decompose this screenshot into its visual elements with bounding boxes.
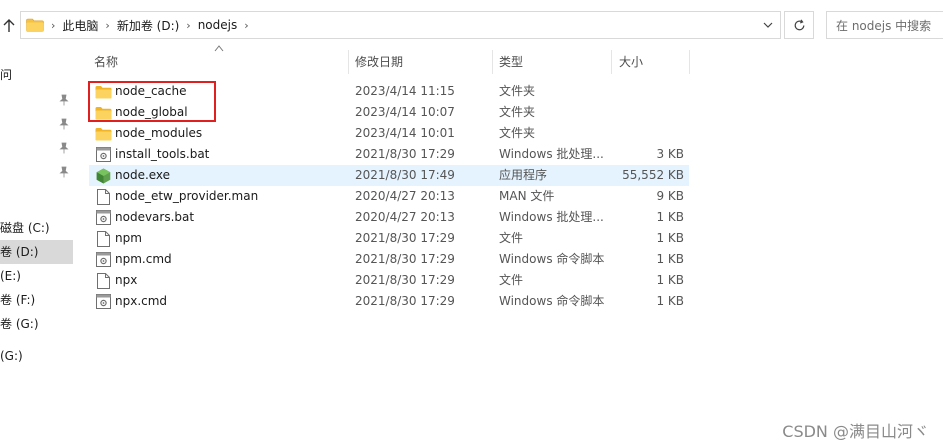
file-date-modified: 2021/8/30 17:29	[355, 273, 455, 287]
file-date-modified: 2021/8/30 17:29	[355, 294, 455, 308]
column-divider[interactable]	[348, 50, 349, 74]
file-row-node-modules[interactable]: node_modules 2023/4/14 10:01 文件夹	[89, 123, 689, 144]
file-type: 应用程序	[499, 168, 548, 182]
column-divider[interactable]	[689, 50, 690, 74]
file-name: nodevars.bat	[115, 210, 195, 224]
file-row-nodevars-bat[interactable]: nodevars.bat 2020/4/27 20:13 Windows 批处理…	[89, 207, 689, 228]
address-bar[interactable]: › 此电脑 › 新加卷 (D:) › nodejs ›	[20, 11, 781, 39]
file-name: npx	[115, 273, 138, 287]
file-row-node-etw-provider-man[interactable]: node_etw_provider.man 2020/4/27 20:13 MA…	[89, 186, 689, 207]
file-row-npm-cmd[interactable]: npm.cmd 2021/8/30 17:29 Windows 命令脚本 1 K…	[89, 249, 689, 270]
file-row-npx-cmd[interactable]: npx.cmd 2021/8/30 17:29 Windows 命令脚本 1 K…	[89, 291, 689, 312]
file-name: node_modules	[115, 126, 203, 140]
file-date-modified: 2021/8/30 17:49	[355, 168, 455, 182]
nav-item-drive-c[interactable]: 磁盘 (C:)	[0, 216, 73, 240]
file-row-npm[interactable]: npm 2021/8/30 17:29 文件 1 KB	[89, 228, 689, 249]
file-row-install-tools-bat[interactable]: install_tools.bat 2021/8/30 17:29 Window…	[89, 144, 689, 165]
pin-icon[interactable]	[58, 142, 70, 154]
file-icon	[95, 272, 112, 289]
breadcrumb-drive-d[interactable]: 新加卷 (D:)	[117, 17, 179, 34]
column-type[interactable]: 类型	[499, 50, 523, 74]
file-icon	[95, 230, 112, 247]
nav-item-drive-g[interactable]: 卷 (G:)	[0, 312, 73, 336]
file-type: MAN 文件	[499, 189, 555, 203]
file-type: 文件	[499, 273, 524, 287]
nav-item-drive-d[interactable]: 卷 (D:)	[0, 240, 73, 264]
file-name: node.exe	[115, 168, 171, 182]
batch-file-icon	[95, 146, 112, 163]
file-date-modified: 2021/8/30 17:29	[355, 231, 455, 245]
batch-file-icon	[95, 251, 112, 268]
nav-item-network-g[interactable]: (G:)	[0, 344, 73, 368]
file-type: 文件夹	[499, 105, 536, 119]
nav-item-drive-f[interactable]: 卷 (F:)	[0, 288, 73, 312]
folder-icon	[95, 125, 112, 142]
up-button[interactable]	[0, 12, 18, 40]
file-row-npx[interactable]: npx 2021/8/30 17:29 文件 1 KB	[89, 270, 689, 291]
chevron-down-icon	[763, 22, 773, 28]
file-icon	[95, 188, 112, 205]
file-date-modified: 2023/4/14 11:15	[355, 84, 455, 98]
file-type: Windows 批处理...	[499, 147, 604, 161]
file-date-modified: 2021/8/30 17:29	[355, 147, 455, 161]
breadcrumb-nodejs[interactable]: nodejs	[198, 18, 238, 32]
breadcrumb-separator[interactable]: ›	[186, 19, 190, 32]
file-size: 1 KB	[656, 252, 684, 266]
file-size: 55,552 KB	[622, 168, 684, 182]
file-name: npm.cmd	[115, 252, 172, 266]
file-type: 文件夹	[499, 84, 536, 98]
nodejs-app-icon	[95, 167, 112, 184]
refresh-button[interactable]	[784, 11, 814, 39]
file-size: 1 KB	[656, 294, 684, 308]
breadcrumb-separator: ›	[51, 18, 56, 32]
column-name[interactable]: 名称	[94, 50, 118, 74]
breadcrumb-separator[interactable]: ›	[244, 19, 248, 32]
file-size: 3 KB	[656, 147, 684, 161]
address-toolbar: › 此电脑 › 新加卷 (D:) › nodejs › 在 nodejs 中搜索	[0, 0, 943, 50]
file-size: 9 KB	[656, 189, 684, 203]
file-name: install_tools.bat	[115, 147, 210, 161]
search-input[interactable]: 在 nodejs 中搜索	[826, 11, 943, 39]
breadcrumb-this-pc[interactable]: 此电脑	[62, 17, 98, 34]
file-type: Windows 命令脚本	[499, 294, 605, 308]
file-size: 1 KB	[656, 231, 684, 245]
file-size: 1 KB	[656, 210, 684, 224]
file-date-modified: 2023/4/14 10:01	[355, 126, 455, 140]
file-date-modified: 2021/8/30 17:29	[355, 252, 455, 266]
file-name: npm	[115, 231, 142, 245]
nav-item-drive-e[interactable]: (E:)	[0, 264, 73, 288]
watermark: CSDN @满目山河ヾ	[782, 422, 929, 441]
file-name: npx.cmd	[115, 294, 168, 308]
address-history-dropdown[interactable]	[756, 12, 780, 38]
column-divider[interactable]	[492, 50, 493, 74]
pin-icon[interactable]	[58, 94, 70, 106]
pin-icon[interactable]	[58, 118, 70, 130]
folder-icon	[26, 17, 44, 33]
column-size[interactable]: 大小	[619, 50, 643, 74]
sort-ascending-icon	[214, 45, 224, 52]
column-date-modified[interactable]: 修改日期	[355, 50, 403, 74]
pin-icon[interactable]	[58, 166, 70, 178]
navigation-pane: 问 磁盘 (C:) 卷 (D:) (E:) 卷 (F:) 卷 (G:) (G:)	[0, 50, 78, 448]
annotation-highlight-box	[88, 81, 216, 122]
breadcrumb-separator[interactable]: ›	[105, 19, 109, 32]
file-type: Windows 命令脚本	[499, 252, 605, 266]
file-date-modified: 2020/4/27 20:13	[355, 189, 455, 203]
file-type: 文件夹	[499, 126, 536, 140]
nav-item-quick-access[interactable]: 问	[0, 63, 73, 87]
file-date-modified: 2023/4/14 10:07	[355, 105, 455, 119]
file-size: 1 KB	[656, 273, 684, 287]
file-type: Windows 批处理...	[499, 210, 604, 224]
arrow-up-icon	[3, 19, 15, 32]
file-type: 文件	[499, 231, 524, 245]
batch-file-icon	[95, 209, 112, 226]
file-row-node-exe[interactable]: node.exe 2021/8/30 17:49 应用程序 55,552 KB	[89, 165, 689, 186]
file-date-modified: 2020/4/27 20:13	[355, 210, 455, 224]
refresh-icon	[794, 18, 804, 30]
file-name: node_etw_provider.man	[115, 189, 259, 203]
batch-file-icon	[95, 293, 112, 310]
column-divider[interactable]	[611, 50, 612, 74]
